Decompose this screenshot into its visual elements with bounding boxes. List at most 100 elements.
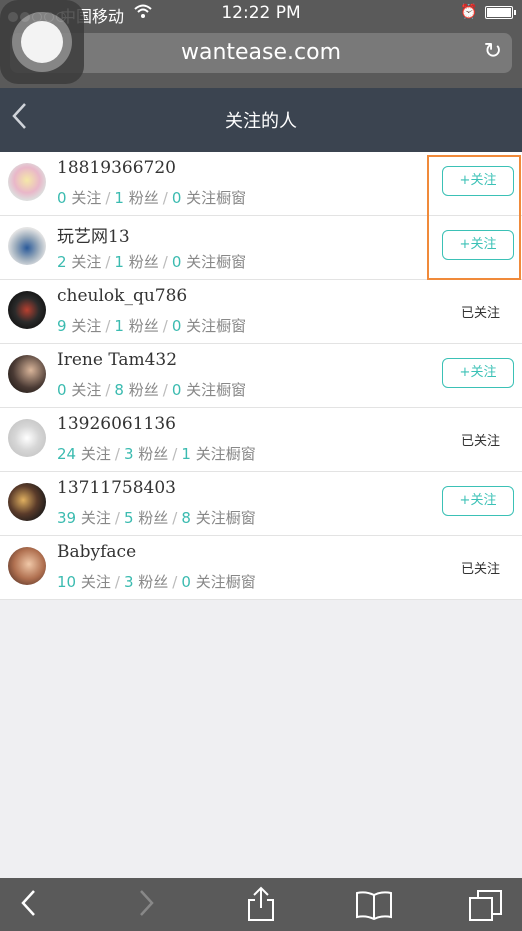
following-count: 24 [57,445,77,463]
user-stats: 0 关注/1 粉丝/0 关注橱窗 [57,187,246,208]
bookmarks-icon[interactable] [355,890,393,927]
followed-status[interactable]: 已关注 [461,302,500,321]
following-count: 39 [57,509,77,527]
user-name[interactable]: 18819366720 [57,158,176,178]
share-icon[interactable] [246,886,276,929]
windows-label: 关注橱窗 [186,189,247,207]
following-count: 0 [57,189,67,207]
browser-chrome: 中国移动 12:22 PM ⏰ wantease.com ↻ [0,0,522,88]
following-label: 关注 [80,509,111,527]
fans-label: 粉丝 [128,381,159,399]
fans-label: 粉丝 [138,509,169,527]
user-stats: 10 关注/3 粉丝/0 关注橱窗 [57,571,256,592]
windows-count: 0 [181,573,191,591]
user-stats: 9 关注/1 粉丝/0 关注橱窗 [57,315,246,336]
windows-label: 关注橱窗 [195,573,256,591]
fans-count: 1 [114,317,124,335]
fans-count: 5 [123,509,134,527]
following-label: 关注 [71,253,102,271]
fans-label: 粉丝 [138,573,169,591]
fans-count: 1 [114,253,124,271]
following-count: 0 [57,381,67,399]
user-name[interactable]: Babyface [57,542,136,562]
windows-count: 0 [171,253,182,271]
user-row[interactable]: cheulok_qu786 9 关注/1 粉丝/0 关注橱窗 已关注 [0,280,522,344]
stat-separator: / [162,317,168,335]
followed-status[interactable]: 已关注 [461,558,500,577]
stat-separator: / [114,509,120,527]
windows-count: 0 [171,189,182,207]
user-row[interactable]: 13926061136 24 关注/3 粉丝/1 关注橱窗 已关注 [0,408,522,472]
fans-label: 粉丝 [138,445,169,463]
follow-button[interactable]: +关注 [442,486,514,516]
alarm-icon: ⏰ [460,4,478,20]
battery-icon [485,6,516,19]
windows-count: 0 [171,317,182,335]
stat-separator: / [172,509,178,527]
stat-separator: / [105,253,111,271]
fans-label: 粉丝 [128,253,159,271]
assistive-touch-button[interactable] [0,0,84,84]
following-count: 2 [57,253,67,271]
windows-count: 8 [181,509,191,527]
follow-button[interactable]: +关注 [442,358,514,388]
avatar[interactable] [8,227,46,265]
user-stats: 0 关注/8 粉丝/0 关注橱窗 [57,379,246,400]
url-text[interactable]: wantease.com [10,40,512,65]
followed-status[interactable]: 已关注 [461,430,500,449]
url-bar[interactable]: wantease.com ↻ [10,33,512,73]
windows-label: 关注橱窗 [195,509,256,527]
user-row[interactable]: 13711758403 39 关注/5 粉丝/8 关注橱窗 +关注 [0,472,522,536]
fans-label: 粉丝 [128,317,159,335]
stat-separator: / [162,253,168,271]
following-label: 关注 [80,573,111,591]
following-label: 关注 [71,381,102,399]
forward-nav-icon[interactable] [137,888,157,925]
tabs-icon[interactable] [468,888,504,929]
page-title: 关注的人 [225,111,297,132]
stat-separator: / [114,445,120,463]
user-row[interactable]: Irene Tam432 0 关注/8 粉丝/0 关注橱窗 +关注 [0,344,522,408]
windows-count: 1 [181,445,191,463]
user-stats: 24 关注/3 粉丝/1 关注橱窗 [57,443,256,464]
user-name[interactable]: 13711758403 [57,478,176,498]
avatar[interactable] [8,163,46,201]
stat-separator: / [162,189,168,207]
fans-count: 8 [114,381,124,399]
windows-label: 关注橱窗 [186,253,247,271]
avatar[interactable] [8,355,46,393]
following-count: 10 [57,573,77,591]
user-name[interactable]: cheulok_qu786 [57,286,187,306]
following-label: 关注 [80,445,111,463]
windows-count: 0 [171,381,182,399]
windows-label: 关注橱窗 [186,381,247,399]
nav-bar: 关注的人 [0,88,522,152]
back-nav-icon[interactable] [18,888,38,925]
user-stats: 39 关注/5 粉丝/8 关注橱窗 [57,507,256,528]
stat-separator: / [105,381,111,399]
windows-label: 关注橱窗 [186,317,247,335]
stat-separator: / [105,317,111,335]
following-label: 关注 [71,317,102,335]
fans-label: 粉丝 [128,189,159,207]
user-stats: 2 关注/1 粉丝/0 关注橱窗 [57,251,246,272]
fans-count: 3 [123,573,134,591]
reload-icon[interactable]: ↻ [484,39,502,64]
windows-label: 关注橱窗 [195,445,256,463]
avatar[interactable] [8,291,46,329]
user-row[interactable]: Babyface 10 关注/3 粉丝/0 关注橱窗 已关注 [0,536,522,600]
following-label: 关注 [71,189,102,207]
avatar[interactable] [8,419,46,457]
fans-count: 1 [114,189,124,207]
fans-count: 3 [123,445,134,463]
stat-separator: / [172,445,178,463]
highlight-box [427,155,521,280]
stat-separator: / [114,573,120,591]
user-name[interactable]: Irene Tam432 [57,350,177,370]
user-name[interactable]: 13926061136 [57,414,176,434]
stat-separator: / [162,381,168,399]
user-name[interactable]: 玩艺网13 [57,222,130,247]
stat-separator: / [105,189,111,207]
avatar[interactable] [8,547,46,585]
avatar[interactable] [8,483,46,521]
